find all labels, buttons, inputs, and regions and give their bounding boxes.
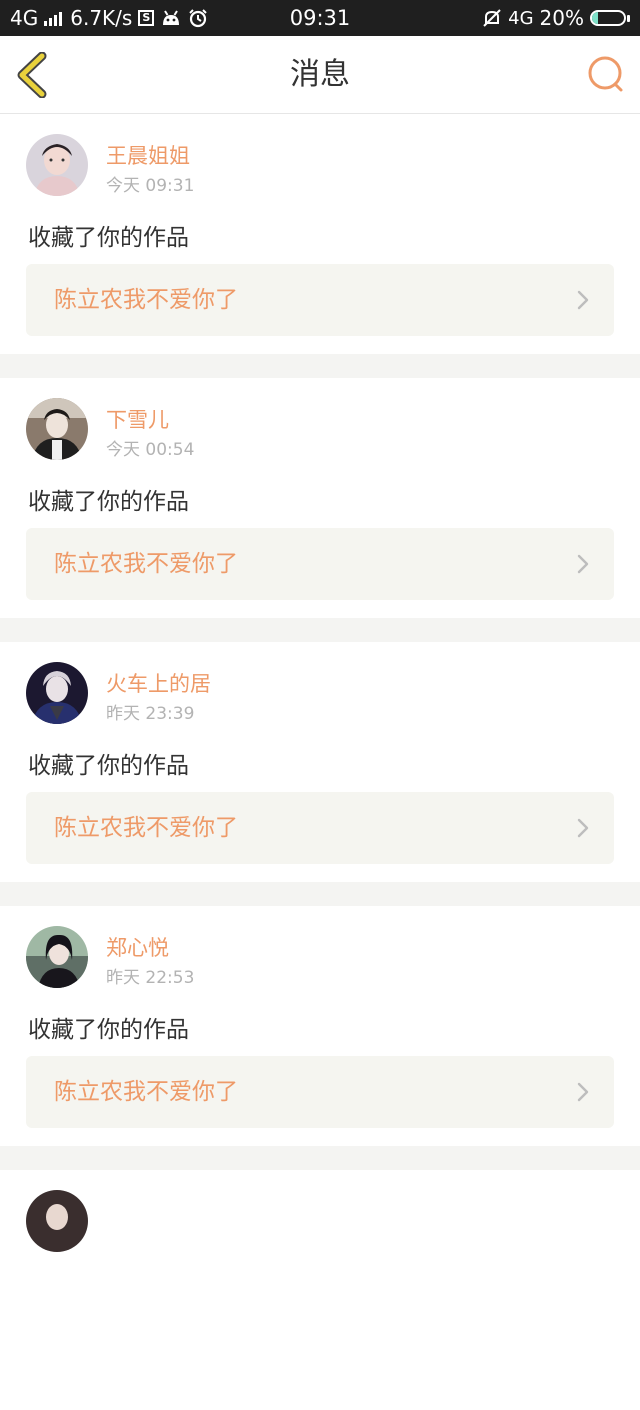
chevron-right-icon — [577, 1082, 589, 1102]
signal-bars-icon — [44, 10, 63, 26]
avatar[interactable] — [26, 398, 88, 460]
work-link[interactable]: 陈立农我不爱你了 — [26, 1056, 614, 1128]
separator — [0, 618, 640, 642]
message-card: 火车上的居 昨天 23:39 收藏了你的作品 陈立农我不爱你了 — [0, 642, 640, 882]
work-title: 陈立农我不爱你了 — [54, 815, 238, 841]
message-card: 郑心悦 昨天 22:53 收藏了你的作品 陈立农我不爱你了 — [0, 906, 640, 1146]
status-bar: 4G 6.7K/s S 09:31 4G 20% — [0, 0, 640, 36]
chevron-right-icon — [577, 290, 589, 310]
user-name[interactable]: 郑心悦 — [106, 932, 169, 962]
avatar[interactable] — [26, 134, 88, 196]
mute-icon — [482, 8, 502, 28]
message-card: 下雪儿 今天 00:54 收藏了你的作品 陈立农我不爱你了 — [0, 378, 640, 618]
message-card — [0, 1170, 640, 1410]
work-link[interactable]: 陈立农我不爱你了 — [26, 528, 614, 600]
network-type-left: 4G — [10, 6, 39, 30]
chevron-right-icon — [577, 554, 589, 574]
avatar[interactable] — [26, 926, 88, 988]
user-name[interactable]: 下雪儿 — [106, 404, 169, 434]
work-title: 陈立农我不爱你了 — [54, 1079, 238, 1105]
message-time: 今天 09:31 — [106, 176, 195, 196]
work-title: 陈立农我不爱你了 — [54, 287, 238, 313]
s-badge-icon: S — [138, 10, 155, 26]
message-card: 王晨姐姐 今天 09:31 收藏了你的作品 陈立农我不爱你了 — [0, 114, 640, 354]
user-name[interactable]: 王晨姐姐 — [106, 140, 190, 170]
chevron-right-icon — [577, 818, 589, 838]
page-title: 消息 — [290, 57, 350, 92]
search-button[interactable] — [586, 54, 626, 94]
work-title: 陈立农我不爱你了 — [54, 551, 238, 577]
battery-percent: 20% — [539, 6, 584, 30]
work-link[interactable]: 陈立农我不爱你了 — [26, 264, 614, 336]
message-time: 今天 00:54 — [106, 440, 195, 460]
message-action-text: 收藏了你的作品 — [28, 1017, 189, 1043]
search-icon — [588, 56, 623, 92]
network-type-right: 4G — [508, 7, 534, 29]
battery-icon — [590, 10, 630, 26]
alarm-icon — [188, 8, 208, 28]
message-list: 王晨姐姐 今天 09:31 收藏了你的作品 陈立农我不爱你了 下雪儿 今天 00… — [0, 114, 640, 1410]
message-action-text: 收藏了你的作品 — [28, 225, 189, 251]
message-time: 昨天 23:39 — [106, 704, 195, 724]
avatar[interactable] — [26, 662, 88, 724]
android-icon — [160, 9, 182, 27]
message-time: 昨天 22:53 — [106, 968, 195, 988]
work-link[interactable]: 陈立农我不爱你了 — [26, 792, 614, 864]
separator — [0, 1146, 640, 1170]
header-bar: 消息 — [0, 36, 640, 114]
avatar[interactable] — [26, 1190, 88, 1252]
user-name[interactable]: 火车上的居 — [106, 668, 211, 698]
message-action-text: 收藏了你的作品 — [28, 753, 189, 779]
separator — [0, 354, 640, 378]
network-speed: 6.7K/s — [70, 6, 133, 30]
message-action-text: 收藏了你的作品 — [28, 489, 189, 515]
separator — [0, 882, 640, 906]
